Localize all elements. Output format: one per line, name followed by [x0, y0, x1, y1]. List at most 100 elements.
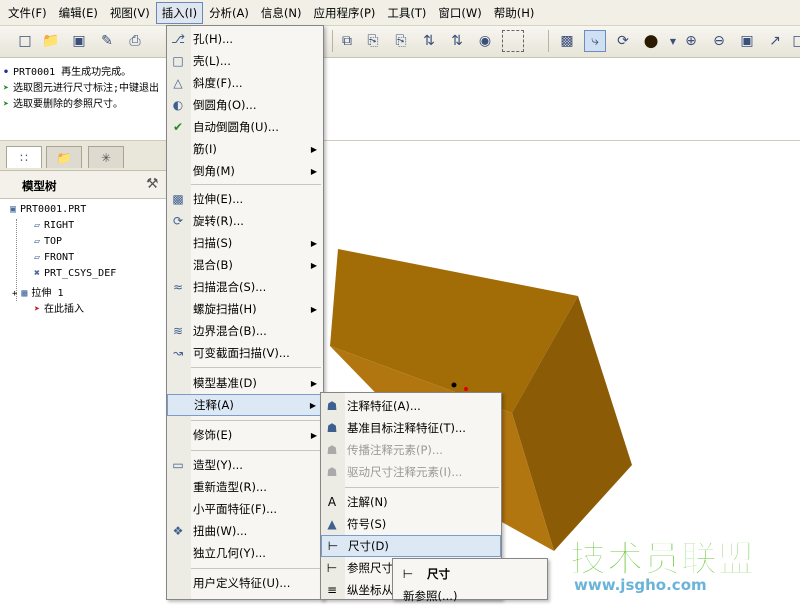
- menu-item-label: 自动倒圆角(U)...: [193, 120, 279, 134]
- paste-icon[interactable]: ⎘: [362, 30, 384, 52]
- message-line: ➤ 选取图元进行尺寸标注;中键退出: [3, 79, 159, 94]
- insert-facet-item[interactable]: 小平面特征(F)...: [167, 498, 323, 520]
- find-icon[interactable]: ◉: [474, 30, 496, 52]
- submenu-arrow-icon: ▶: [310, 260, 317, 270]
- menu-applications[interactable]: 应用程序(P): [307, 2, 381, 24]
- tree-node-extrude[interactable]: + ▩ 拉伸 1: [12, 284, 63, 299]
- tree-icon: ∷: [20, 150, 28, 165]
- ordinate-icon: ≡: [326, 583, 338, 597]
- layer-icon[interactable]: ▩: [556, 30, 578, 52]
- menu-tools[interactable]: 工具(T): [381, 2, 432, 24]
- insert-restyle-item[interactable]: 重新造型(R)...: [167, 476, 323, 498]
- datum-plane-icon: ▱: [33, 220, 41, 231]
- dimension-new-reference-item[interactable]: 新参照(...): [393, 585, 547, 607]
- tab-model-tree[interactable]: ∷: [6, 146, 42, 168]
- menu-analysis[interactable]: 分析(A): [203, 2, 255, 24]
- paste-special-icon[interactable]: ⎘: [390, 30, 412, 52]
- insert-cosmetic-item[interactable]: 修饰(E) ▶: [167, 424, 323, 446]
- insert-revolve-item[interactable]: ⟳ 旋转(R)...: [167, 210, 323, 232]
- tree-node-top[interactable]: ▱ TOP: [30, 236, 62, 247]
- regenerate-icon[interactable]: ⇅: [418, 30, 440, 52]
- insert-blend-item[interactable]: 混合(B) ▶: [167, 254, 323, 276]
- edit-icon[interactable]: ✎: [96, 30, 118, 52]
- menu-help[interactable]: 帮助(H): [488, 2, 541, 24]
- menu-view[interactable]: 视图(V): [104, 2, 156, 24]
- insert-round-item[interactable]: ◐ 倒圆角(O)...: [167, 94, 323, 116]
- driving-dimension-annotation-item[interactable]: ☗ 驱动尺寸注释元素(I)...: [321, 461, 501, 483]
- datum-target-icon: ☗: [326, 421, 338, 435]
- tree-node-insert-here[interactable]: ➤ 在此插入: [30, 300, 84, 315]
- insert-udf-item[interactable]: 用户定义特征(U)...: [167, 572, 323, 594]
- select-box-icon[interactable]: [502, 30, 524, 52]
- insert-hole-item[interactable]: ⎇ 孔(H)...: [167, 28, 323, 50]
- dimension-new-item[interactable]: ⊢ 尺寸: [393, 563, 547, 585]
- refit-icon[interactable]: ▣: [736, 30, 758, 52]
- insert-sweep-item[interactable]: 扫描(S) ▶: [167, 232, 323, 254]
- annotation-feature-item[interactable]: ☗ 注释特征(A)...: [321, 395, 501, 417]
- orient-icon[interactable]: ↗: [764, 30, 786, 52]
- tree-node-right[interactable]: ▱ RIGHT: [30, 220, 74, 231]
- warp-icon: ❖: [172, 524, 184, 538]
- datum-target-annotation-item[interactable]: ☗ 基准目标注释特征(T)...: [321, 417, 501, 439]
- note-item[interactable]: A 注解(N): [321, 491, 501, 513]
- favorites-icon: ✳: [100, 150, 112, 165]
- insert-shell-item[interactable]: □ 壳(L)...: [167, 50, 323, 72]
- datum-point-marker: [451, 382, 457, 388]
- insert-helical-sweep-item[interactable]: 螺旋扫描(H) ▶: [167, 298, 323, 320]
- round-icon: ◐: [172, 98, 184, 112]
- view-manager-icon[interactable]: □: [788, 30, 800, 52]
- shade-sphere-icon[interactable]: ●: [640, 30, 662, 52]
- tab-folder-browser[interactable]: 📁: [46, 146, 82, 168]
- insert-boundary-blend-item[interactable]: ≋ 边界混合(B)...: [167, 320, 323, 342]
- menu-item-label: 用户定义特征(U)...: [193, 576, 291, 590]
- folder-icon: 📁: [56, 150, 72, 165]
- spin-center-icon[interactable]: ⟳: [612, 30, 634, 52]
- shell-icon: □: [172, 54, 184, 68]
- tree-settings-icon[interactable]: ⚒: [146, 176, 159, 192]
- menu-item-label: 模型基准(D): [193, 376, 257, 390]
- insert-draft-item[interactable]: △ 斜度(F)...: [167, 72, 323, 94]
- menu-separator: [191, 450, 321, 451]
- menu-item-label: 注释特征(A)...: [347, 399, 421, 413]
- menu-insert[interactable]: 插入(I): [155, 1, 204, 24]
- tree-node-front[interactable]: ▱ FRONT: [30, 252, 74, 263]
- menu-window[interactable]: 窗口(W): [432, 2, 487, 24]
- tree-node-part[interactable]: ▣ PRT0001.PRT: [6, 204, 86, 215]
- insert-chamfer-item[interactable]: 倒角(M) ▶: [167, 160, 323, 182]
- hole-icon: ⎇: [171, 32, 185, 46]
- regenerate-manager-icon[interactable]: ⇅: [446, 30, 468, 52]
- zoom-out-icon[interactable]: ⊖: [708, 30, 730, 52]
- tree-node-csys[interactable]: ✖ PRT_CSYS_DEF: [30, 268, 116, 279]
- menu-edit[interactable]: 编辑(E): [53, 2, 104, 24]
- save-icon[interactable]: ▣: [68, 30, 90, 52]
- insert-model-datum-item[interactable]: 模型基准(D) ▶: [167, 372, 323, 394]
- insert-auto-round-item[interactable]: ✔ 自动倒圆角(U)...: [167, 116, 323, 138]
- new-file-icon[interactable]: □: [14, 30, 36, 52]
- print-icon[interactable]: ⎙: [124, 30, 146, 52]
- insert-annotation-item[interactable]: 注释(A) ▶: [167, 394, 323, 416]
- insert-style-item[interactable]: ▭ 造型(Y)...: [167, 454, 323, 476]
- info-dot-icon: •: [3, 67, 10, 78]
- insert-variable-sweep-item[interactable]: ↝ 可变截面扫描(V)...: [167, 342, 323, 364]
- propagate-annotation-item[interactable]: ☗ 传播注释元素(P)...: [321, 439, 501, 461]
- symbol-item[interactable]: ▲ 符号(S): [321, 513, 501, 535]
- datum-axis-icon[interactable]: ⤷: [584, 30, 606, 52]
- insert-extrude-item[interactable]: ▩ 拉伸(E)...: [167, 188, 323, 210]
- menu-info[interactable]: 信息(N): [255, 2, 308, 24]
- menu-item-label: 重新造型(R)...: [193, 480, 267, 494]
- open-folder-icon[interactable]: 📁: [40, 30, 62, 52]
- dimension-item[interactable]: ⊢ 尺寸(D): [321, 535, 501, 557]
- menu-item-label: 倒圆角(O)...: [193, 98, 257, 112]
- zoom-in-icon[interactable]: ⊕: [680, 30, 702, 52]
- datum-plane-icon: ▱: [33, 236, 41, 247]
- model-tree-header: 模型树 ⚒: [0, 171, 170, 199]
- tab-favorites[interactable]: ✳: [88, 146, 124, 168]
- insert-independent-geometry-item[interactable]: 独立几何(Y)...: [167, 542, 323, 564]
- insert-swept-blend-item[interactable]: ≈ 扫描混合(S)...: [167, 276, 323, 298]
- insert-rib-item[interactable]: 筋(I) ▶: [167, 138, 323, 160]
- tree-node-label: PRT0001.PRT: [20, 204, 87, 215]
- menu-file[interactable]: 文件(F): [2, 2, 53, 24]
- prompt-arrow-icon: ➤: [3, 83, 10, 94]
- insert-warp-item[interactable]: ❖ 扭曲(W)...: [167, 520, 323, 542]
- copy-icon[interactable]: ⧉: [336, 30, 358, 52]
